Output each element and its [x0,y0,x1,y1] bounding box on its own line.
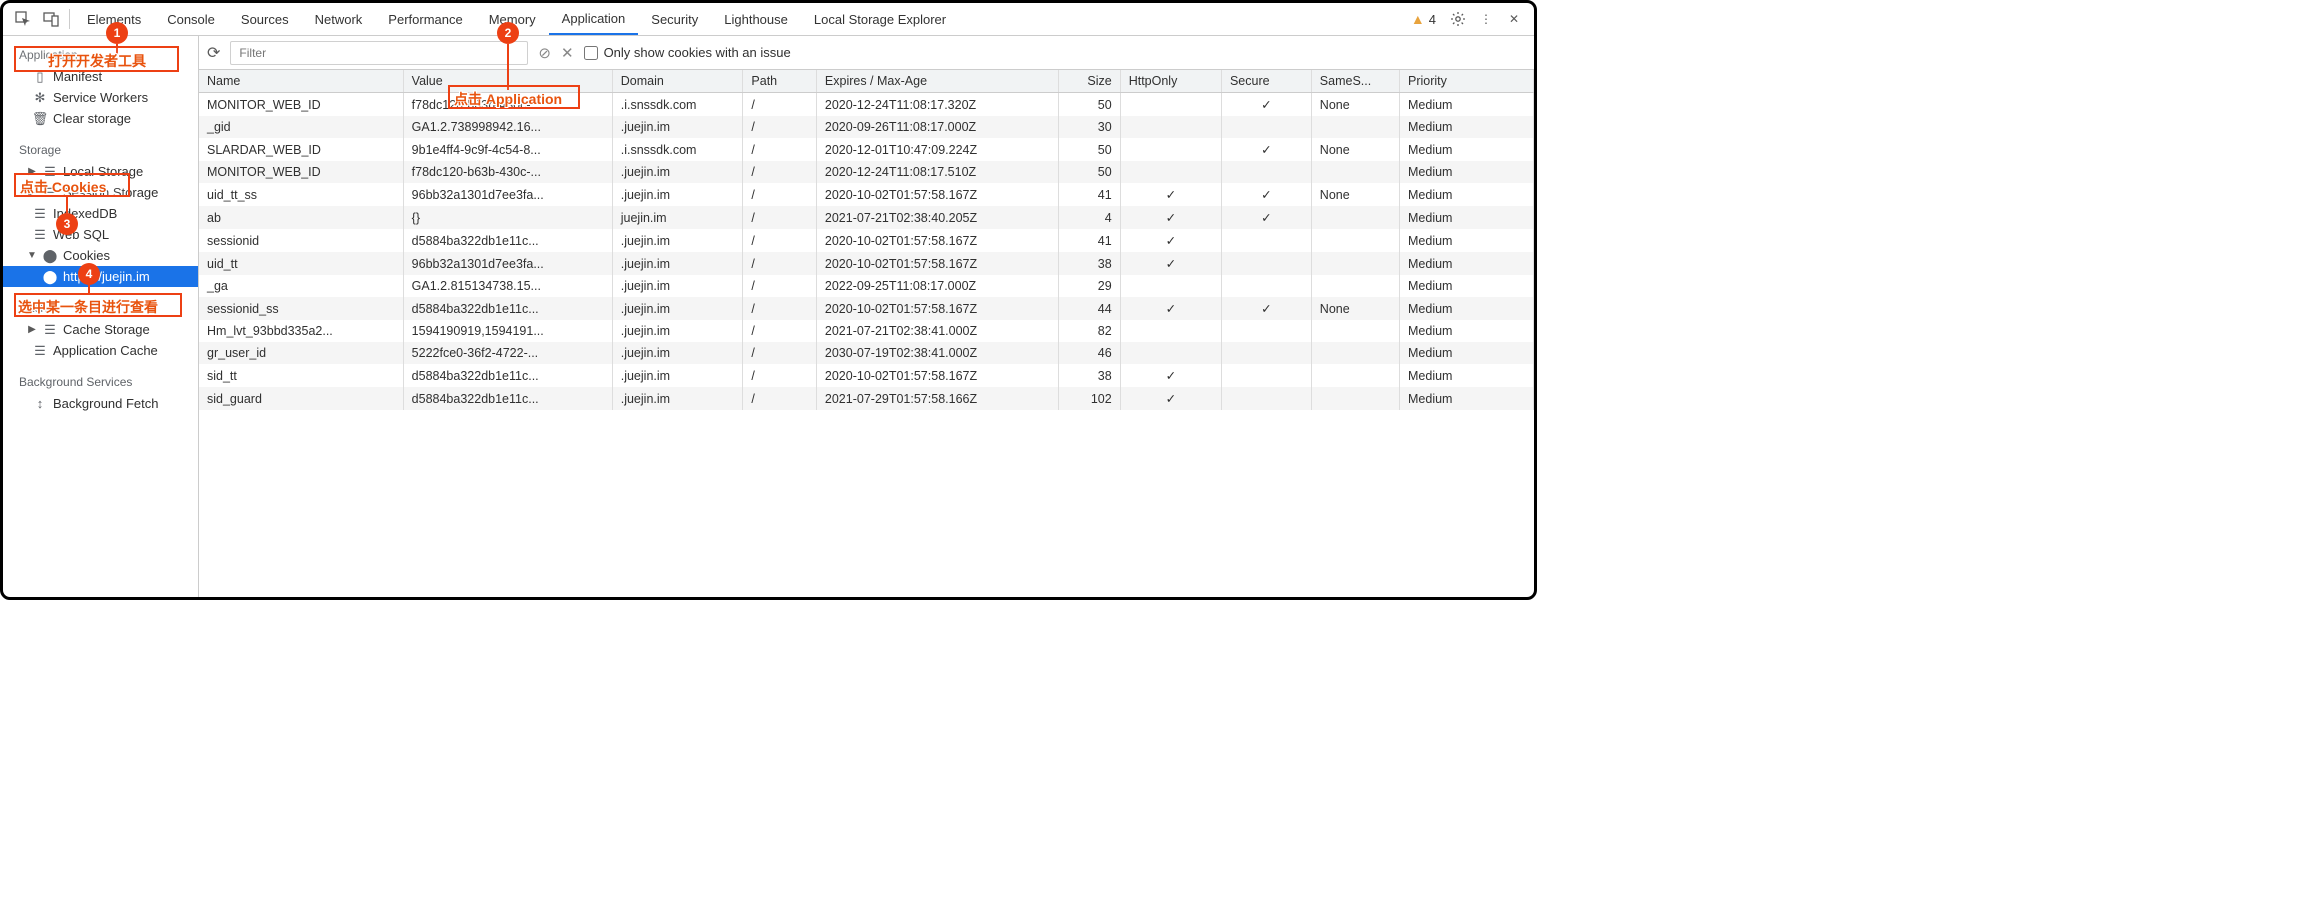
group-storage: Storage [3,137,198,161]
annotation-badge-3: 3 [56,213,78,235]
sidebar-item-cache-storage[interactable]: ▶☰Cache Storage [3,319,198,340]
sidebar-item-cookies[interactable]: ▼⬤Cookies [3,245,198,266]
refresh-icon[interactable]: ⟳ [207,43,220,63]
sidebar-item-cookie-origin[interactable]: ⬤https://juejin.im [3,266,198,287]
database-icon: ☰ [33,207,47,221]
settings-icon[interactable] [1444,5,1472,33]
col-samesite[interactable]: SameS... [1311,70,1399,93]
col-priority[interactable]: Priority [1400,70,1534,93]
table-row[interactable]: uid_tt_ss96bb32a1301d7ee3fa....juejin.im… [199,183,1534,206]
main-split: Application ▯Manifest ✻Service Workers 🗑… [3,36,1534,597]
cookies-toolbar: ⟳ ⊘ ✕ Only show cookies with an issue [199,36,1534,70]
tab-console[interactable]: Console [154,3,228,35]
table-row[interactable]: sessionid_ssd5884ba322db1e11c....juejin.… [199,297,1534,320]
warning-count[interactable]: ▲4 [1411,11,1436,27]
table-row[interactable]: Hm_lvt_93bbd335a2...1594190919,1594191..… [199,320,1534,342]
group-background-services: Background Services [3,369,198,393]
sidebar-item-indexeddb[interactable]: ☰IndexedDB [3,203,198,224]
trash-icon: 🗑 [33,112,47,126]
table-row[interactable]: uid_tt96bb32a1301d7ee3fa....juejin.im/20… [199,252,1534,275]
col-path[interactable]: Path [743,70,817,93]
annotation-text-1: 打开开发者工具 [48,51,146,71]
cookie-icon: ⬤ [43,249,57,263]
annotation-text-2: 点击 Application [454,89,562,109]
table-row[interactable]: MONITOR_WEB_IDf78dc120-b63b-430c-....jue… [199,161,1534,183]
sidebar-item-service-workers[interactable]: ✻Service Workers [3,87,198,108]
tab-application[interactable]: Application [549,3,639,35]
table-row[interactable]: _gidGA1.2.738998942.16....juejin.im/2020… [199,116,1534,138]
table-row[interactable]: gr_user_id5222fce0-36f2-4722-....juejin.… [199,342,1534,364]
close-icon[interactable]: ✕ [1500,5,1528,33]
annotation-text-3: 点击 Cookies [20,177,106,197]
tab-network[interactable]: Network [302,3,376,35]
tab-performance[interactable]: Performance [375,3,475,35]
sidebar-item-application-cache[interactable]: ☰Application Cache [3,340,198,361]
col-expires[interactable]: Expires / Max-Age [816,70,1058,93]
col-httponly[interactable]: HttpOnly [1120,70,1221,93]
tab-lighthouse[interactable]: Lighthouse [711,3,801,35]
cookies-panel: ⟳ ⊘ ✕ Only show cookies with an issue Na… [199,36,1534,597]
appcache-icon: ☰ [33,344,47,358]
annotation-badge-2: 2 [497,22,519,44]
table-row[interactable]: sid_guardd5884ba322db1e11c....juejin.im/… [199,387,1534,410]
tab-security[interactable]: Security [638,3,711,35]
tab-local-storage-explorer[interactable]: Local Storage Explorer [801,3,959,35]
cookie-icon: ⬤ [43,270,57,284]
table-row[interactable]: sessionidd5884ba322db1e11c....juejin.im/… [199,229,1534,252]
col-domain[interactable]: Domain [612,70,743,93]
table-header-row: Name Value Domain Path Expires / Max-Age… [199,70,1534,93]
database-icon: ☰ [33,228,47,242]
device-icon[interactable] [37,5,65,33]
gear-icon: ✻ [33,91,47,105]
annotation-badge-1: 1 [106,22,128,44]
table-row[interactable]: SLARDAR_WEB_ID9b1e4ff4-9c9f-4c54-8....i.… [199,138,1534,161]
col-name[interactable]: Name [199,70,403,93]
more-icon[interactable]: ⋮ [1472,5,1500,33]
table-row[interactable]: ab{}juejin.im/2021-07-21T02:38:40.205Z4✓… [199,206,1534,229]
annotation-badge-4: 4 [78,263,100,285]
filter-input[interactable] [230,41,528,65]
sidebar-item-clear-storage[interactable]: 🗑Clear storage [3,108,198,129]
table-row[interactable]: sid_ttd5884ba322db1e11c....juejin.im/202… [199,364,1534,387]
devtools-topbar: Elements Console Sources Network Perform… [3,3,1534,36]
cookies-table[interactable]: Name Value Domain Path Expires / Max-Age… [199,70,1534,597]
chevron-down-icon: ▼ [27,250,37,261]
separator [69,9,70,29]
annotation-text-4: 选中某一条目进行查看 [18,297,158,317]
sidebar-item-websql[interactable]: ☰Web SQL [3,224,198,245]
chevron-right-icon: ▶ [27,324,37,335]
sidebar-item-background-fetch[interactable]: ↕Background Fetch [3,393,198,414]
delete-icon[interactable]: ✕ [561,44,574,62]
clear-all-icon[interactable]: ⊘ [538,44,551,62]
col-size[interactable]: Size [1058,70,1120,93]
bgfetch-icon: ↕ [33,397,47,411]
tab-sources[interactable]: Sources [228,3,302,35]
only-issue-checkbox[interactable]: Only show cookies with an issue [584,45,791,60]
inspect-icon[interactable] [9,5,37,33]
warning-number: 4 [1429,12,1436,27]
table-row[interactable]: MONITOR_WEB_IDf78dc120-b63b-430c-....i.s… [199,93,1534,117]
col-secure[interactable]: Secure [1221,70,1311,93]
table-row[interactable]: _gaGA1.2.815134738.15....juejin.im/2022-… [199,275,1534,297]
database-icon: ☰ [43,323,57,337]
warning-icon: ▲ [1411,11,1425,27]
